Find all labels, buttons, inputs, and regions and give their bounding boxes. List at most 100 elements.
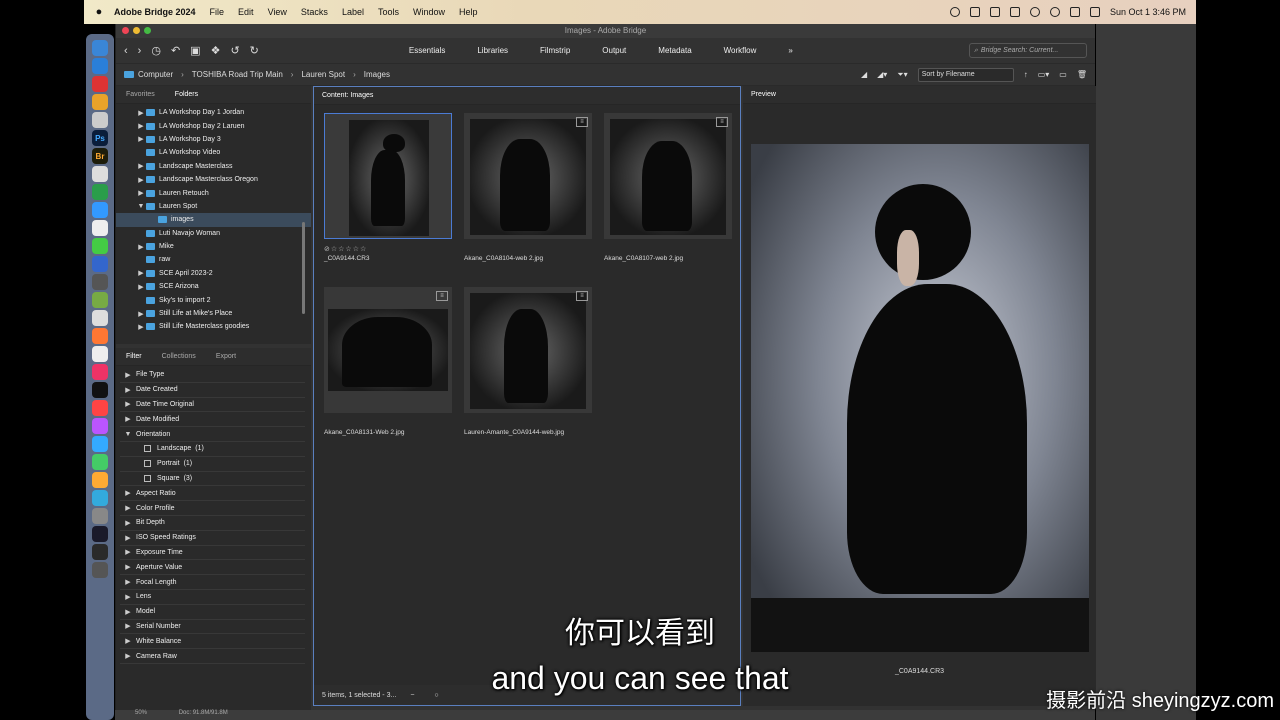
folder-item[interactable]: LA Workshop Video <box>116 146 311 159</box>
folder-item[interactable]: Luti Navajo Woman <box>116 227 311 240</box>
folder-item[interactable]: ▶ LA Workshop Day 3 <box>116 133 311 146</box>
folder-item[interactable]: raw <box>116 253 311 266</box>
folder-item[interactable]: ▶ Landscape Masterclass <box>116 160 311 173</box>
wifi-icon[interactable] <box>1069 7 1080 17</box>
expand-arrow-icon[interactable]: ▼ <box>120 431 136 438</box>
menu-view[interactable]: View <box>268 7 287 17</box>
photoshop-icon[interactable]: Ps <box>92 130 108 146</box>
apps-icon[interactable] <box>92 112 108 128</box>
breadcrumb-drive[interactable]: TOSHIBA Road Trip Main <box>192 70 283 79</box>
tab-export[interactable]: Export <box>216 353 236 360</box>
thumbnail-4[interactable]: ≡ <box>324 287 452 413</box>
breadcrumb-computer[interactable]: Computer <box>138 70 173 79</box>
expand-arrow-icon[interactable]: ▶ <box>136 162 146 170</box>
new-folder-icon[interactable]: ▭ <box>1059 70 1067 79</box>
expand-arrow-icon[interactable]: ▶ <box>136 269 146 277</box>
breadcrumb-images[interactable]: Images <box>364 70 390 79</box>
expand-arrow-icon[interactable]: ▶ <box>136 176 146 184</box>
tab-content[interactable]: Content: Images <box>322 92 373 99</box>
rotate-right-icon[interactable]: ↻ <box>250 44 259 57</box>
expand-arrow-icon[interactable]: ▶ <box>120 489 136 497</box>
app3-icon[interactable] <box>92 220 108 236</box>
app-icon[interactable] <box>92 76 108 92</box>
filter-item[interactable]: ▶ Aperture Value <box>120 560 305 576</box>
apple-icon[interactable]: ● <box>84 6 114 18</box>
folder-item[interactable]: ▶ Mike <box>116 240 311 253</box>
folder-item[interactable]: images <box>116 213 311 227</box>
menu-tools[interactable]: Tools <box>378 7 399 17</box>
numbers-icon[interactable] <box>92 454 108 470</box>
sort-select[interactable]: Sort by Filename <box>917 67 1014 82</box>
messages-icon[interactable] <box>92 238 108 254</box>
thumbnail-3[interactable]: ≡ <box>604 113 732 239</box>
filter-item[interactable]: ▶ Color Profile <box>120 501 305 516</box>
rating-filter-icon[interactable]: ◢▾ <box>877 70 887 79</box>
quality-icon[interactable]: ◢ <box>861 70 867 79</box>
user-icon[interactable] <box>1049 7 1060 17</box>
menu-help[interactable]: Help <box>459 7 478 17</box>
apple-tv-icon[interactable] <box>92 382 108 398</box>
expand-arrow-icon[interactable]: ▶ <box>120 415 136 423</box>
menu-file[interactable]: File <box>210 7 225 17</box>
filter-item[interactable]: ▶ ISO Speed Ratings <box>120 531 305 546</box>
app8-icon[interactable] <box>92 346 108 362</box>
expand-arrow-icon[interactable]: ▶ <box>136 109 146 117</box>
expand-arrow-icon[interactable]: ▶ <box>120 386 136 394</box>
recent-icon[interactable]: ◷ <box>151 44 161 57</box>
battery-icon[interactable] <box>1089 7 1100 17</box>
checkbox[interactable] <box>144 460 151 468</box>
music-icon[interactable] <box>92 400 108 416</box>
trash-icon[interactable] <box>92 562 108 578</box>
settings-icon[interactable] <box>92 508 108 524</box>
folder-item[interactable]: ▶ Still Life Masterclass goodies <box>116 320 311 333</box>
expand-arrow-icon[interactable]: ▶ <box>120 534 136 542</box>
app7-icon[interactable] <box>92 328 108 344</box>
checkbox[interactable] <box>144 445 151 453</box>
chrome-icon[interactable] <box>92 94 108 110</box>
menu-stacks[interactable]: Stacks <box>301 7 328 17</box>
zoom-icon[interactable] <box>144 27 151 34</box>
tab-filter[interactable]: Filter <box>126 353 142 360</box>
app4-icon[interactable] <box>92 274 108 290</box>
filter-item[interactable]: ▶ Exposure Time <box>120 546 305 561</box>
expand-arrow-icon[interactable]: ▶ <box>120 548 136 556</box>
workspace-metadata[interactable]: Metadata <box>658 46 691 55</box>
expand-arrow-icon[interactable]: ▶ <box>120 400 136 408</box>
app2-icon[interactable] <box>92 184 108 200</box>
zoom-icon[interactable] <box>92 202 108 218</box>
menu-window[interactable]: Window <box>413 7 445 17</box>
sort-direction-icon[interactable]: ↑ <box>1024 70 1028 79</box>
forward-icon[interactable]: › <box>138 45 142 57</box>
menu-label[interactable]: Label <box>342 7 364 17</box>
folder-scrollbar[interactable] <box>302 222 305 314</box>
minimize-icon[interactable] <box>133 27 140 34</box>
trash-icon[interactable]: 🗑 <box>1077 70 1087 79</box>
thumbnail-1[interactable] <box>324 113 452 239</box>
folder-item[interactable]: ▶ Still Life at Mike's Place <box>116 307 311 320</box>
rating-stars[interactable]: ⊘☆☆☆☆☆ <box>324 245 367 253</box>
preview-image[interactable] <box>751 144 1089 652</box>
filter-icon[interactable]: ⏷▾ <box>897 70 907 80</box>
back-icon[interactable]: ‹ <box>124 45 128 57</box>
expand-arrow-icon[interactable]: ▶ <box>136 323 146 331</box>
filter-item[interactable]: Landscape (1) <box>120 442 305 457</box>
workspace-output[interactable]: Output <box>602 46 626 55</box>
app10-icon[interactable] <box>92 436 108 452</box>
expand-arrow-icon[interactable]: ▶ <box>136 310 146 318</box>
app12-icon[interactable] <box>92 544 108 560</box>
tab-preview[interactable]: Preview <box>751 91 776 98</box>
expand-arrow-icon[interactable]: ▶ <box>136 135 146 143</box>
workspace-workflow[interactable]: Workflow <box>724 46 757 55</box>
folder-item[interactable]: ▼ Lauren Spot <box>116 200 311 213</box>
time-machine-icon[interactable] <box>1029 7 1040 17</box>
tab-favorites[interactable]: Favorites <box>126 91 155 98</box>
folder-item[interactable]: Sky's to import 2 <box>116 293 311 306</box>
checkbox[interactable] <box>144 474 151 482</box>
folder-item[interactable]: ▶ SCE Arizona <box>116 280 311 293</box>
expand-arrow-icon[interactable]: ▶ <box>120 652 136 660</box>
more-workspaces-icon[interactable]: » <box>788 46 792 55</box>
folder-item[interactable]: ▶ Lauren Retouch <box>116 186 311 199</box>
filter-item[interactable]: ▶ Date Modified <box>120 412 305 428</box>
expand-arrow-icon[interactable]: ▶ <box>120 504 136 512</box>
expand-arrow-icon[interactable]: ▼ <box>136 203 146 210</box>
